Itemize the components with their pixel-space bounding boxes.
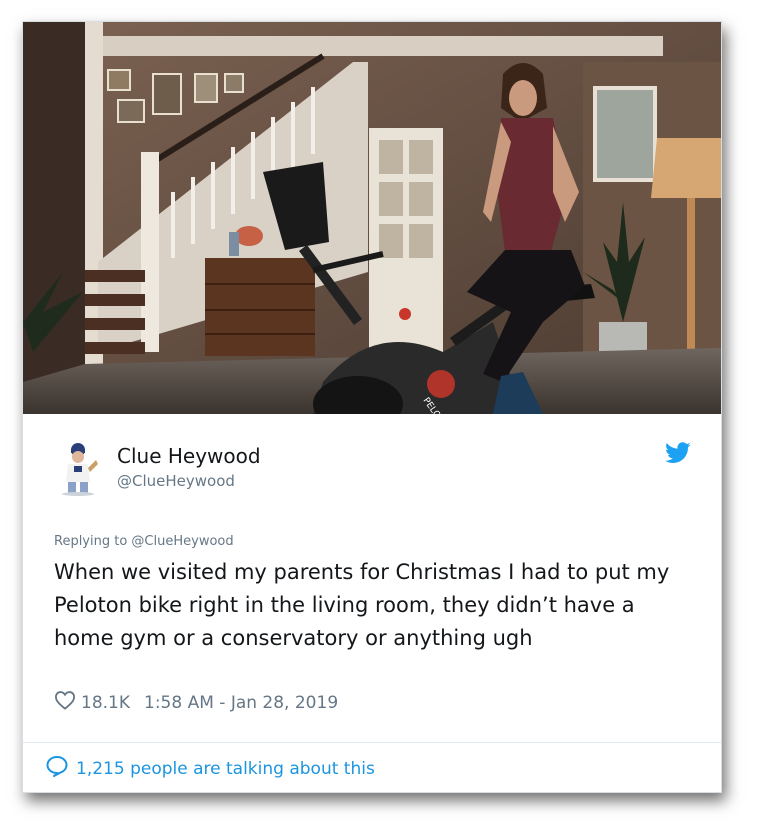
tweet-text: When we visited my parents for Christmas…	[54, 560, 670, 650]
conversation-link[interactable]: 1,215 people are talking about this	[45, 755, 375, 782]
tweet-photo[interactable]: PELOTON	[23, 22, 721, 414]
tweet-card: PELOTON	[22, 21, 722, 793]
twitter-bird-icon[interactable]	[665, 442, 691, 464]
conversation-count-label[interactable]: 1,215 people are talking about this	[76, 759, 375, 779]
user-handle[interactable]: @ClueHeywood	[117, 472, 235, 490]
tweet-meta: 18.1K 1:58 AM - Jan 28, 2019	[54, 690, 338, 715]
heart-icon[interactable]	[54, 690, 81, 715]
tweet-timestamp[interactable]: 1:58 AM - Jan 28, 2019	[144, 693, 338, 713]
avatar[interactable]	[58, 442, 102, 496]
like-count[interactable]: 18.1K	[81, 693, 130, 713]
speech-bubble-icon	[45, 755, 76, 782]
user-name[interactable]: Clue Heywood	[117, 444, 261, 468]
divider	[23, 742, 721, 743]
replying-to-label[interactable]: Replying to @ClueHeywood	[54, 534, 234, 549]
tweet-header: Clue Heywood @ClueHeywood	[23, 414, 721, 524]
